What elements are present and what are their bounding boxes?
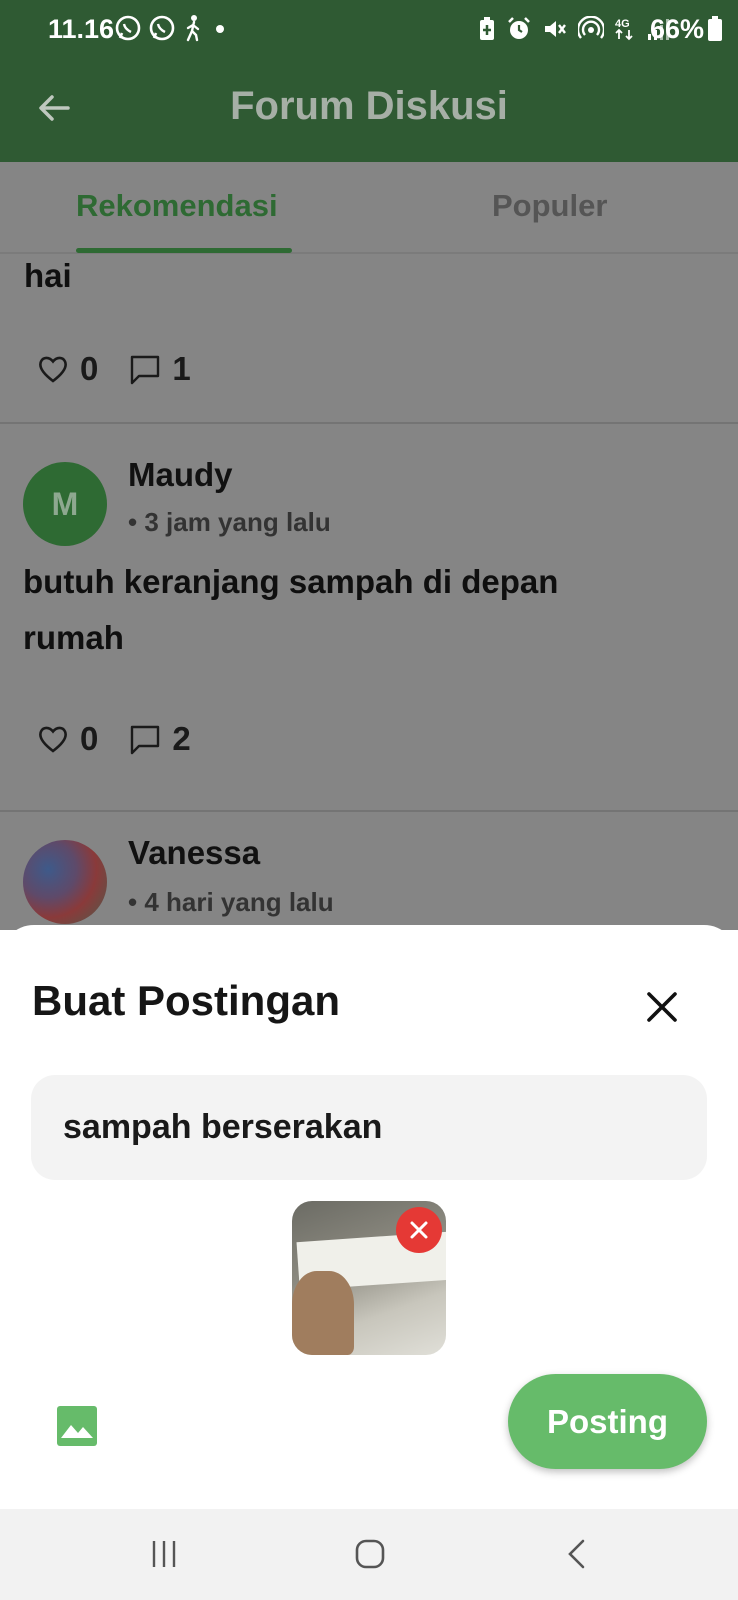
mute-icon xyxy=(545,21,566,37)
post-actions: 0 1 xyxy=(36,350,191,388)
battery-percent: 66% xyxy=(649,14,704,44)
tab-bar: Rekomendasi Populer xyxy=(0,162,738,254)
tab-rekomendasi[interactable]: Rekomendasi xyxy=(76,188,278,224)
4g-icon: 4G xyxy=(615,18,633,41)
status-time: 11.16 xyxy=(48,14,115,44)
post-input[interactable]: sampah berserakan xyxy=(31,1075,707,1180)
alarm-icon xyxy=(508,17,530,39)
add-image-button[interactable] xyxy=(56,1405,98,1447)
post-divider xyxy=(0,810,738,812)
avatar-photo[interactable] xyxy=(23,840,107,924)
like-count: 0 xyxy=(80,350,99,387)
attached-image-thumbnail[interactable] xyxy=(292,1201,446,1355)
home-icon[interactable] xyxy=(354,1538,386,1570)
close-icon xyxy=(410,1221,428,1239)
post-text: hai xyxy=(24,257,72,294)
like-count: 0 xyxy=(80,720,99,757)
status-left-icons xyxy=(114,14,230,42)
post-time: • 3 jam yang lalu xyxy=(128,507,331,537)
back-icon[interactable] xyxy=(564,1538,588,1570)
system-nav-bar xyxy=(0,1509,738,1600)
status-bar: 11.16 4G 66% xyxy=(0,0,738,64)
post-feed: hai 0 1 M Maudy • 3 jam yang lalu butuh … xyxy=(0,254,738,930)
heart-icon[interactable] xyxy=(36,722,70,756)
battery-icon xyxy=(708,15,722,41)
page-title: Forum Diskusi xyxy=(230,84,508,128)
app-bar: Forum Diskusi xyxy=(0,64,738,162)
whatsapp-icon xyxy=(149,15,175,41)
post-author[interactable]: Vanessa xyxy=(128,834,260,872)
tab-indicator xyxy=(76,248,292,253)
svg-text:4G: 4G xyxy=(615,18,630,30)
status-right-icons: 4G xyxy=(478,16,670,42)
comment-count: 2 xyxy=(172,720,191,757)
battery-saver-icon xyxy=(480,17,494,40)
sheet-title: Buat Postingan xyxy=(32,977,341,1024)
post-time: • 4 hari yang lalu xyxy=(128,887,334,917)
thumbnail-hand xyxy=(292,1271,354,1355)
post-button[interactable]: Posting xyxy=(508,1374,707,1469)
post-text-line1: butuh keranjang sampah di depan xyxy=(23,563,559,600)
post-divider xyxy=(0,422,738,424)
image-icon xyxy=(57,1406,97,1446)
comment-icon[interactable] xyxy=(128,352,162,386)
post-actions: 0 2 xyxy=(36,720,191,758)
comment-icon[interactable] xyxy=(128,722,162,756)
remove-image-button[interactable] xyxy=(396,1207,442,1253)
close-button[interactable] xyxy=(640,985,684,1029)
comment-count: 1 xyxy=(172,350,191,387)
recents-icon[interactable] xyxy=(148,1538,180,1570)
hotspot-icon xyxy=(578,16,604,39)
close-icon xyxy=(647,992,677,1022)
heart-icon[interactable] xyxy=(36,352,70,386)
tab-populer[interactable]: Populer xyxy=(492,188,607,224)
dot-icon xyxy=(216,25,224,33)
create-post-sheet: Buat Postingan sampah berserakan Posting xyxy=(0,925,738,1509)
whatsapp-icon xyxy=(115,15,141,41)
post-author[interactable]: Maudy xyxy=(128,456,233,494)
post-text-line2: rumah xyxy=(23,619,124,656)
avatar[interactable]: M xyxy=(23,462,107,546)
battery-indicator: 66% xyxy=(650,14,722,45)
walking-icon xyxy=(186,15,200,42)
